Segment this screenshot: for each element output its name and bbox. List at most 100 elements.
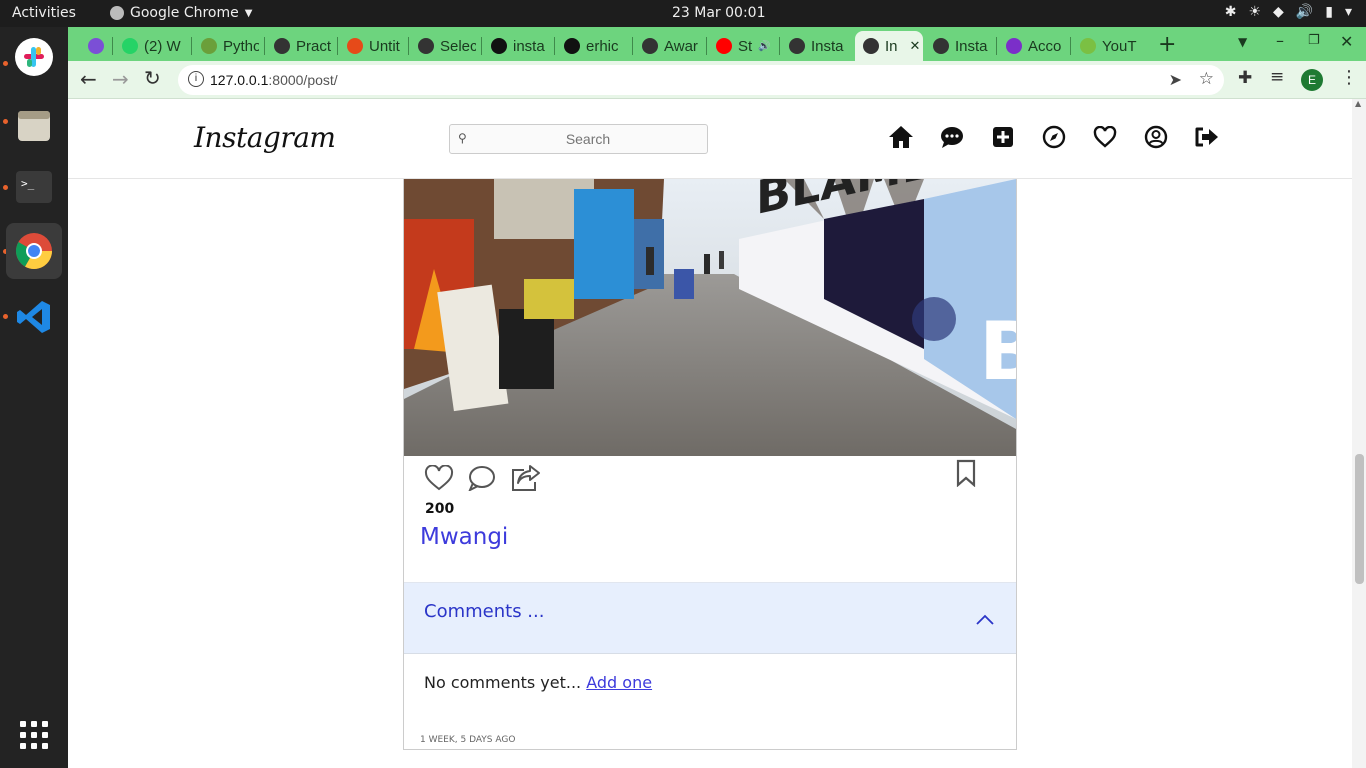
browser-tab[interactable]: In ✕ bbox=[855, 31, 923, 61]
maximize-icon[interactable]: ❐ bbox=[1308, 33, 1320, 48]
tab-audio-icon[interactable]: 🔊 bbox=[758, 41, 770, 52]
clock[interactable]: 23 Mar 00:01 bbox=[672, 5, 765, 21]
tab-label: Untit bbox=[369, 37, 400, 55]
volume-icon: 🔊 bbox=[1295, 4, 1314, 20]
browser-tab[interactable] bbox=[80, 31, 106, 61]
browser-tab[interactable]: insta bbox=[483, 31, 549, 61]
tab-strip: (2) W Pytho Pract Untit Selec insta erhic Awar S… bbox=[68, 27, 1366, 61]
tab-favicon-icon bbox=[564, 38, 580, 54]
close-window-icon[interactable]: ✕ bbox=[1340, 32, 1353, 51]
browser-window: (2) W Pytho Pract Untit Selec insta erhic Awar S… bbox=[68, 27, 1366, 768]
save-bookmark-icon[interactable] bbox=[955, 459, 977, 491]
browser-tab[interactable]: YouT bbox=[1072, 31, 1144, 61]
logout-icon[interactable] bbox=[1194, 124, 1220, 150]
tab-separator bbox=[337, 37, 338, 55]
bookmark-star-icon[interactable]: ☆ bbox=[1199, 69, 1214, 89]
media-control-icon[interactable]: ≡ bbox=[1270, 67, 1284, 87]
browser-tab[interactable]: Acco bbox=[998, 31, 1068, 61]
tab-label: In bbox=[885, 37, 898, 55]
tab-label: Acco bbox=[1028, 37, 1062, 55]
brightness-icon: ☀ bbox=[1248, 4, 1262, 20]
browser-tab[interactable]: Pract bbox=[266, 31, 332, 61]
browser-tab[interactable]: Awar bbox=[634, 31, 702, 61]
messages-icon[interactable] bbox=[939, 124, 965, 150]
tab-favicon-icon bbox=[1006, 38, 1022, 54]
forward-icon[interactable]: → bbox=[112, 67, 129, 91]
extensions-icon[interactable]: ✚ bbox=[1238, 68, 1252, 88]
browser-tab[interactable]: St 🔊 bbox=[708, 31, 774, 61]
tab-favicon-icon bbox=[418, 38, 434, 54]
browser-tab[interactable]: Insta bbox=[925, 31, 991, 61]
profile-avatar[interactable]: E bbox=[1301, 69, 1323, 91]
post-username-link[interactable]: Mwangi bbox=[420, 524, 508, 550]
kebab-menu-icon[interactable]: ⋮ bbox=[1340, 67, 1358, 88]
new-post-icon[interactable] bbox=[990, 124, 1016, 150]
terminal-icon[interactable]: >_ bbox=[6, 159, 62, 215]
browser-tab[interactable]: Insta bbox=[781, 31, 847, 61]
back-icon[interactable]: ← bbox=[80, 67, 97, 91]
activities-button[interactable]: Activities bbox=[12, 5, 76, 21]
tab-label: (2) W bbox=[144, 37, 181, 55]
home-icon[interactable] bbox=[888, 124, 914, 150]
browser-tab[interactable]: Selec bbox=[410, 31, 476, 61]
tab-label: erhic bbox=[586, 37, 619, 55]
search-input[interactable] bbox=[474, 127, 702, 151]
tab-label: Insta bbox=[955, 37, 988, 55]
browser-tab[interactable]: Pytho bbox=[193, 31, 259, 61]
site-info-icon[interactable]: i bbox=[188, 71, 204, 87]
add-comment-link[interactable]: Add one bbox=[586, 673, 652, 692]
comment-bubble-icon[interactable] bbox=[467, 465, 497, 495]
vscode-icon[interactable] bbox=[6, 289, 62, 345]
tab-favicon-icon bbox=[88, 38, 104, 54]
new-tab-icon[interactable]: + bbox=[1158, 32, 1176, 57]
url-host: 127.0.0.1 bbox=[210, 72, 269, 88]
tab-label: St bbox=[738, 37, 753, 55]
system-tray[interactable]: ✱ ☀ ◆ 🔊 ▮ ▾ bbox=[1225, 4, 1352, 20]
tab-label: insta bbox=[513, 37, 545, 55]
tab-favicon-icon bbox=[274, 38, 290, 54]
tab-favicon-icon bbox=[491, 38, 507, 54]
chrome-dock-icon[interactable] bbox=[6, 223, 62, 279]
activity-heart-icon[interactable] bbox=[1092, 124, 1118, 150]
address-bar[interactable]: i 127.0.0.1:8000/post/ ➤ ☆ bbox=[178, 65, 1224, 95]
instagram-logo[interactable]: Instagram bbox=[194, 121, 336, 154]
share-icon[interactable] bbox=[510, 464, 542, 496]
chevron-up-icon bbox=[976, 611, 994, 630]
svg-text:>_: >_ bbox=[21, 177, 35, 190]
tab-separator bbox=[706, 37, 707, 55]
tab-separator bbox=[1070, 37, 1071, 55]
reload-icon[interactable]: ↻ bbox=[144, 66, 161, 90]
like-heart-icon[interactable] bbox=[424, 464, 454, 495]
profile-icon[interactable] bbox=[1143, 124, 1169, 150]
tab-separator bbox=[191, 37, 192, 55]
tab-label: Selec bbox=[440, 37, 476, 55]
scrollbar-thumb[interactable] bbox=[1355, 454, 1364, 584]
close-tab-icon[interactable]: ✕ bbox=[910, 38, 921, 54]
comments-accordion-header[interactable]: Comments ... bbox=[404, 582, 1016, 654]
page-scrollbar[interactable]: ▲ bbox=[1352, 99, 1366, 768]
scroll-up-icon[interactable]: ▲ bbox=[1355, 99, 1361, 108]
app-name: Google Chrome bbox=[130, 5, 239, 21]
wifi-icon: ◆ bbox=[1273, 4, 1284, 20]
tab-favicon-icon bbox=[347, 38, 363, 54]
send-to-devices-icon[interactable]: ➤ bbox=[1169, 70, 1182, 90]
tab-separator bbox=[264, 37, 265, 55]
show-apps-icon[interactable] bbox=[20, 721, 48, 749]
browser-tab[interactable]: (2) W bbox=[114, 31, 186, 61]
tab-separator bbox=[632, 37, 633, 55]
tab-label: Pytho bbox=[223, 37, 259, 55]
tab-label: Insta bbox=[811, 37, 844, 55]
explore-compass-icon[interactable] bbox=[1041, 124, 1067, 150]
tab-search-icon[interactable]: ▼ bbox=[1238, 35, 1247, 49]
post-image[interactable]: BLAMEIT B bbox=[404, 179, 1016, 456]
minimize-icon[interactable]: – bbox=[1276, 31, 1284, 50]
search-box[interactable]: ⚲ bbox=[449, 124, 708, 154]
tab-separator bbox=[408, 37, 409, 55]
system-top-bar: Activities Google Chrome ▼ 23 Mar 00:01 … bbox=[0, 0, 1366, 27]
instagram-navbar: Instagram ⚲ bbox=[68, 99, 1352, 179]
browser-tab[interactable]: erhic bbox=[556, 31, 626, 61]
slack-icon[interactable] bbox=[6, 29, 62, 85]
browser-tab[interactable]: Untit bbox=[339, 31, 403, 61]
app-menu[interactable]: Google Chrome ▼ bbox=[110, 5, 252, 21]
files-icon[interactable] bbox=[6, 97, 62, 153]
